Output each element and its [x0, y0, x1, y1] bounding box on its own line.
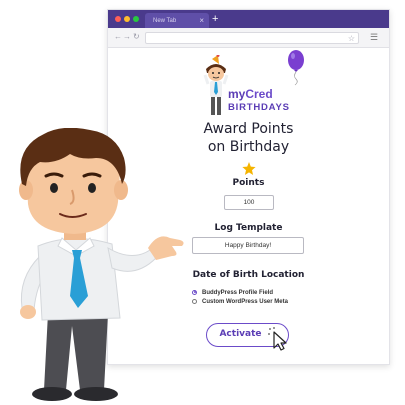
points-input[interactable]: 100 [224, 195, 274, 210]
logo-my: my [228, 87, 246, 101]
tab-title: New Tab [153, 18, 177, 24]
menu-icon[interactable]: ☰ [370, 32, 378, 43]
logo-cred: Cred [245, 87, 273, 101]
cursor-icon [268, 327, 287, 351]
star-icon[interactable]: ☆ [348, 33, 355, 44]
balloon-icon [288, 50, 304, 86]
dob-option-label: BuddyPress Profile Field [202, 290, 274, 296]
dob-option-usermeta[interactable]: Custom WordPress User Meta [192, 298, 288, 306]
address-bar[interactable]: ☆ [145, 32, 359, 44]
forward-icon[interactable]: → [123, 32, 131, 41]
reload-icon[interactable]: ↻ [133, 32, 140, 41]
log-template-input[interactable]: Happy Birthday! [192, 237, 304, 254]
dob-option-buddypress[interactable]: BuddyPress Profile Field [192, 289, 273, 297]
back-icon[interactable]: ← [114, 32, 122, 41]
minimize-window-dot[interactable] [124, 16, 130, 22]
tab-close-icon[interactable]: × [199, 16, 204, 25]
tab-bar: New Tab × + [108, 10, 389, 28]
close-window-dot[interactable] [115, 16, 121, 22]
browser-tab[interactable]: New Tab × [145, 13, 209, 28]
logo-subtitle: BIRTHDAYS [228, 102, 290, 113]
new-tab-button[interactable]: + [212, 12, 218, 26]
maximize-window-dot[interactable] [133, 16, 139, 22]
cartoon-man-illustration [19, 128, 184, 401]
logo-mascot-icon [203, 55, 229, 115]
dob-option-label: Custom WordPress User Meta [202, 299, 288, 305]
trophy-icon [242, 162, 256, 175]
browser-toolbar: ← → ↻ ☆ ☰ [108, 28, 389, 48]
logo-text: myCred BIRTHDAYS [228, 86, 290, 113]
